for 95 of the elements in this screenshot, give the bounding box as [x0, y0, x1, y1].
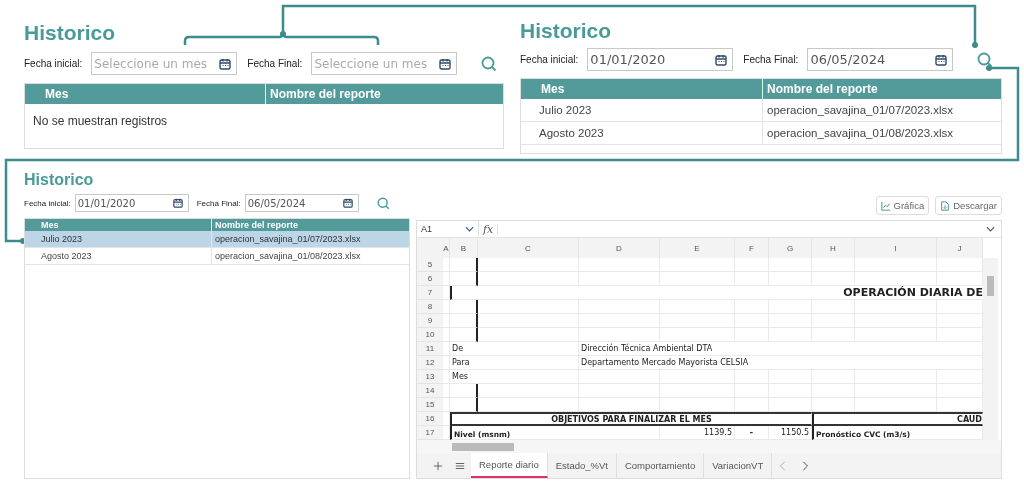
row-number[interactable]: 15 — [417, 398, 443, 412]
cell-number: 1139.5 — [704, 428, 732, 437]
row-number[interactable]: 10 — [417, 328, 443, 342]
cell-text: Para — [451, 358, 470, 367]
date-field[interactable]: 01/01/2020 — [587, 48, 734, 71]
download-button[interactable]: Descargar — [935, 196, 1002, 215]
chevron-down-icon[interactable] — [986, 226, 995, 232]
column-header: Mes — [540, 81, 566, 98]
grid-cell[interactable] — [450, 314, 478, 328]
file-cell: operacion_savajina_01/07/2023.xlsx — [762, 99, 1001, 121]
menu-icon[interactable] — [455, 460, 465, 471]
line-chart-icon — [880, 200, 891, 211]
field-label: Fecha inicial: — [520, 54, 579, 65]
empty-message: No se muestran registros — [32, 113, 169, 130]
column-header[interactable]: F — [735, 238, 769, 258]
row-number[interactable]: 11 — [417, 342, 443, 356]
column-header[interactable]: J — [937, 238, 983, 258]
sheet-title: OPERACIÓN DIARIA DE — [843, 286, 983, 299]
field-label: Fecha Final: — [247, 58, 303, 69]
row-number[interactable]: 6 — [417, 272, 443, 286]
row-number[interactable]: 12 — [417, 356, 443, 370]
column-header[interactable]: I — [855, 238, 937, 258]
search-icon[interactable] — [376, 196, 390, 210]
column-header[interactable]: C — [478, 238, 579, 258]
calendar-icon[interactable] — [935, 53, 948, 66]
table-row[interactable]: Julio 2023 operacion_savajina_01/07/2023.xlsx — [521, 99, 1001, 122]
row-number[interactable]: 5 — [417, 258, 443, 272]
search-icon[interactable] — [977, 51, 994, 68]
file-cell: operacion_savajina_01/08/2023.xlsx — [211, 248, 409, 264]
column-header[interactable]: E — [660, 238, 735, 258]
grid-cell[interactable] — [450, 384, 478, 398]
grid-cell[interactable] — [450, 398, 478, 412]
cell-text: Departamento Mercado Mayorista CELSIA — [580, 358, 749, 367]
grid-cell[interactable] — [450, 258, 478, 272]
document-icon — [940, 200, 951, 211]
row-number[interactable]: 16 — [417, 412, 443, 426]
column-header: Mes — [44, 86, 70, 103]
table-row[interactable]: Julio 2023 operacion_savajina_01/07/2023.xlsx — [25, 231, 409, 248]
date-field[interactable]: 06/05/2024 — [807, 48, 954, 71]
horizontal-scrollbar[interactable] — [417, 440, 1001, 453]
page-title: Historico — [24, 20, 116, 46]
name-box[interactable]: A1 — [417, 221, 479, 237]
calendar-icon[interactable] — [219, 57, 232, 70]
column-header[interactable]: D — [579, 238, 660, 258]
cell-number: 1150.5 — [781, 428, 809, 437]
row-number[interactable]: 9 — [417, 314, 443, 328]
grid-cell[interactable] — [450, 272, 478, 286]
table-row[interactable]: Agosto 2023 operacion_savajina_01/08/2023.xlsx — [521, 122, 1001, 145]
cell-text: Mes — [451, 372, 468, 381]
field-label: Fecha Final: — [196, 198, 241, 208]
search-icon[interactable] — [481, 55, 498, 72]
calendar-icon[interactable] — [172, 198, 183, 208]
add-icon[interactable] — [433, 460, 443, 471]
sheet-tab[interactable]: Reporte diario — [471, 453, 548, 478]
calendar-icon[interactable] — [342, 198, 353, 208]
column-header[interactable]: G — [769, 238, 812, 258]
row-number[interactable]: 17 — [417, 426, 443, 440]
row-number[interactable]: 8 — [417, 300, 443, 314]
date-field[interactable]: 01/01/2020 — [74, 194, 189, 212]
calendar-icon[interactable] — [439, 57, 452, 70]
field-label: Fecha Final: — [743, 54, 799, 65]
cell-text: De — [451, 344, 464, 353]
section-heading: OBJETIVOS PARA FINALIZAR EL MES — [551, 414, 712, 424]
month-cell-text: Julio 2023 — [538, 103, 593, 118]
month-cell-text: Agosto 2023 — [538, 126, 605, 141]
column-header[interactable]: H — [812, 238, 855, 258]
row-number[interactable]: 14 — [417, 384, 443, 398]
section-heading: CAUD — [957, 414, 982, 424]
chart-button[interactable]: Gráfica — [875, 196, 930, 215]
calendar-icon[interactable] — [715, 53, 728, 66]
cell-text: - — [749, 428, 754, 437]
formula-icon: fx — [483, 222, 494, 236]
page-title: Historico — [24, 170, 95, 190]
page-title: Historico — [520, 18, 612, 44]
chevron-right-icon[interactable] — [800, 460, 811, 471]
column-header: Nombre del reporte — [762, 79, 1001, 99]
vertical-scrollbar[interactable] — [983, 258, 998, 440]
field-label: Fecha inicial: — [24, 58, 83, 69]
row-number[interactable]: 13 — [417, 370, 443, 384]
column-header: Mes — [40, 219, 60, 231]
grid-cell[interactable] — [450, 328, 478, 342]
date-field[interactable]: Seleccione un mes — [311, 52, 458, 75]
table-row[interactable]: Agosto 2023 operacion_savajina_01/08/2023.xlsx — [25, 248, 409, 265]
field-label: Fecha inicial: — [24, 198, 71, 208]
month-cell-text: Agosto 2023 — [40, 250, 93, 263]
row-number[interactable]: 7 — [417, 286, 443, 300]
date-field[interactable]: 06/05/2024 — [244, 194, 359, 212]
cell-text: Dirección Técnica Ambiental DTA — [580, 344, 713, 353]
date-field[interactable]: Seleccione un mes — [91, 52, 238, 75]
grid-cell[interactable] — [450, 300, 478, 314]
column-header: Nombre del reporte — [265, 84, 503, 104]
file-cell: operacion_savajina_01/08/2023.xlsx — [762, 122, 1001, 144]
column-header[interactable]: B — [450, 238, 478, 258]
month-cell-text: Julio 2023 — [40, 233, 84, 246]
file-cell: operacion_savajina_01/07/2023.xlsx — [211, 231, 409, 247]
